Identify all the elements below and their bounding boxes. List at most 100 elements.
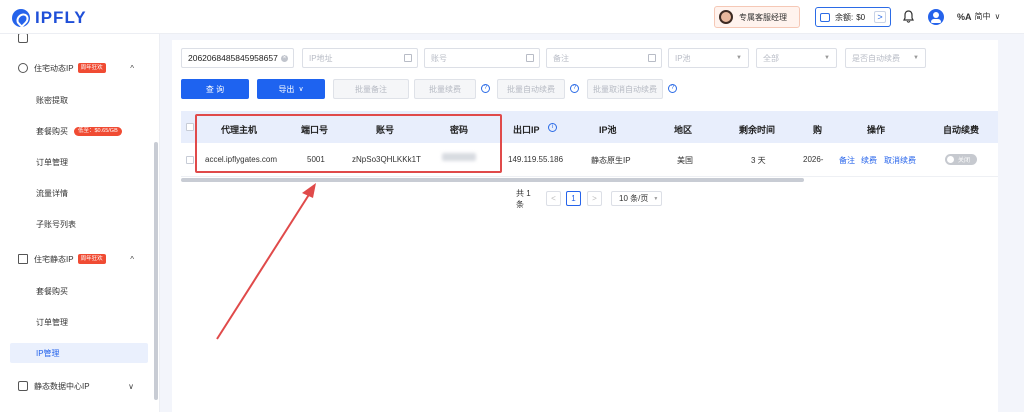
- clear-icon[interactable]: ×: [281, 54, 288, 62]
- column-header-ip-pool: IP池: [599, 125, 617, 135]
- customer-service-button[interactable]: 专属客服经理: [714, 6, 800, 28]
- batch-renew-button[interactable]: 批量续费: [414, 79, 476, 99]
- group-label: 住宅动态IP: [34, 63, 74, 73]
- status-select[interactable]: 全部 ▼: [756, 48, 837, 68]
- sidebar-group-dynamic[interactable]: 住宅动态IP 周年狂欢 ^: [0, 58, 154, 78]
- ip-address-input[interactable]: IP地址: [302, 48, 418, 68]
- user-avatar-icon[interactable]: [928, 9, 944, 25]
- sidebar-item-ip-management[interactable]: IP管理: [10, 343, 148, 363]
- sidebar-item-extract[interactable]: 账密提取: [0, 90, 154, 110]
- promo-badge: 周年狂欢: [77, 254, 106, 264]
- top-bar: IPFLY 专属客服经理 余额: $0 > %A 简中 ∨: [0, 0, 1024, 34]
- page-1-button[interactable]: 1: [566, 191, 581, 206]
- chevron-up-icon: ^: [130, 63, 134, 73]
- sidebar-group-datacenter[interactable]: 静态数据中心IP ∨: [0, 376, 154, 396]
- prev-page-button[interactable]: <: [546, 191, 561, 206]
- help-icon[interactable]: ?: [481, 84, 490, 93]
- column-header-remaining: 剩余时间: [739, 125, 776, 135]
- chevron-up-icon: ^: [130, 254, 134, 264]
- balance-value: $0: [856, 12, 866, 22]
- batch-autorenew-button[interactable]: 批量自动续费: [497, 79, 565, 99]
- home-icon: [18, 254, 28, 264]
- service-avatar-icon: [719, 10, 733, 24]
- chevron-right-icon: >: [874, 11, 886, 23]
- info-icon[interactable]: i: [548, 123, 557, 132]
- highlight-box: [195, 114, 502, 173]
- pagination-total: 共 1 条: [516, 188, 531, 209]
- sidebar-subitems-dynamic: 账密提取 套餐购买 低至：$0.65/GB 订单管理 流量详情 子账号列表: [0, 90, 154, 234]
- remark-link[interactable]: 备注: [839, 155, 855, 166]
- wallet-icon: [820, 12, 830, 22]
- balance-button[interactable]: 余额: $0 >: [815, 7, 891, 27]
- chevron-down-icon: ∨: [298, 86, 304, 93]
- logo[interactable]: IPFLY: [12, 8, 87, 28]
- cube-icon: [18, 381, 28, 391]
- language-label: 简中: [974, 12, 991, 21]
- promo-badge: 周年狂欢: [77, 63, 106, 73]
- sidebar-scrollbar[interactable]: [154, 142, 158, 400]
- sidebar-item-static-buy[interactable]: 套餐购买: [0, 281, 154, 301]
- cancel-renew-link[interactable]: 取消续费: [884, 155, 916, 166]
- sidebar-group-static[interactable]: 住宅静态IP 周年狂欢 ^: [0, 249, 154, 269]
- page-size-select[interactable]: 10 条/页 ▼: [611, 191, 662, 206]
- translate-icon: %A: [957, 11, 972, 22]
- sidebar-item-orders[interactable]: 订单管理: [0, 152, 154, 172]
- column-header-region: 地区: [674, 125, 693, 135]
- column-header-actions: 操作: [867, 125, 886, 135]
- sidebar-subitems-static: 套餐购买 订单管理 IP管理: [0, 281, 154, 363]
- chevron-down-icon: ▼: [824, 55, 830, 61]
- next-page-button[interactable]: >: [587, 191, 602, 206]
- bell-icon[interactable]: [903, 10, 914, 23]
- query-button[interactable]: 查 询: [181, 79, 249, 99]
- export-button[interactable]: 导出 ∨: [257, 79, 325, 99]
- sidebar-item-subaccounts[interactable]: 子账号列表: [0, 214, 154, 234]
- logo-icon: [12, 9, 30, 27]
- help-icon[interactable]: ?: [668, 84, 677, 93]
- filter-icon: [648, 54, 656, 62]
- service-label: 专属客服经理: [739, 12, 787, 22]
- sidebar-item-traffic[interactable]: 流量详情: [0, 183, 154, 203]
- logo-text: IPFLY: [35, 8, 87, 27]
- language-switcher[interactable]: %A 简中 ∨: [957, 11, 1000, 22]
- account-input[interactable]: 账号: [424, 48, 540, 68]
- cell-purchase: 2026-: [803, 155, 824, 164]
- menu-icon: [18, 34, 28, 43]
- renew-link[interactable]: 续费: [861, 155, 877, 166]
- cell-region: 美国: [677, 156, 693, 165]
- ip-pool-select[interactable]: IP池 ▼: [668, 48, 749, 68]
- autorenew-select[interactable]: 是否自动续费 ▼: [845, 48, 926, 68]
- column-header-exit-ip: 出口IP: [513, 125, 540, 135]
- select-all-checkbox[interactable]: [186, 123, 194, 131]
- toggle-knob: [947, 156, 954, 163]
- chevron-down-icon: ▼: [736, 55, 742, 61]
- help-icon[interactable]: ?: [570, 84, 579, 93]
- sidebar-item-buy-package[interactable]: 套餐购买 低至：$0.65/GB: [0, 121, 154, 141]
- group-label: 静态数据中心IP: [34, 381, 90, 391]
- chevron-down-icon: ∨: [994, 12, 1001, 21]
- price-badge: 低至：$0.65/GB: [74, 126, 122, 136]
- group-label: 住宅静态IP: [34, 254, 74, 264]
- column-header-autorenew: 自动续费: [943, 125, 980, 135]
- globe-icon: [18, 63, 28, 73]
- remark-input[interactable]: 备注: [546, 48, 662, 68]
- sidebar: 住宅动态IP 周年狂欢 ^ 账密提取 套餐购买 低至：$0.65/GB 订单管理…: [0, 34, 160, 412]
- toggle-label: 关闭: [958, 158, 971, 164]
- cell-remaining: 3 天: [751, 156, 766, 165]
- filter-icon: [526, 54, 534, 62]
- sidebar-partial-item: [0, 34, 154, 48]
- balance-label: 余额:: [835, 12, 854, 22]
- column-header-purchase: 购: [813, 125, 823, 135]
- chevron-down-icon: ▼: [653, 195, 659, 202]
- filter-icon: [404, 54, 412, 62]
- cell-ip-pool: 静态原生IP: [591, 156, 631, 165]
- autorenew-toggle[interactable]: 关闭: [945, 154, 977, 165]
- batch-cancel-autorenew-button[interactable]: 批量取消自动续费: [587, 79, 663, 99]
- table-horizontal-scrollbar[interactable]: [181, 178, 804, 182]
- chevron-down-icon: ▼: [913, 55, 919, 61]
- cell-exit-ip: 149.119.55.186: [508, 155, 564, 164]
- batch-remark-button[interactable]: 批量备注: [333, 79, 409, 99]
- order-id-input[interactable]: 2062068485845958657 ×: [181, 48, 294, 68]
- chevron-down-icon: ∨: [128, 381, 134, 391]
- sidebar-item-static-orders[interactable]: 订单管理: [0, 312, 154, 332]
- row-checkbox[interactable]: [186, 156, 194, 164]
